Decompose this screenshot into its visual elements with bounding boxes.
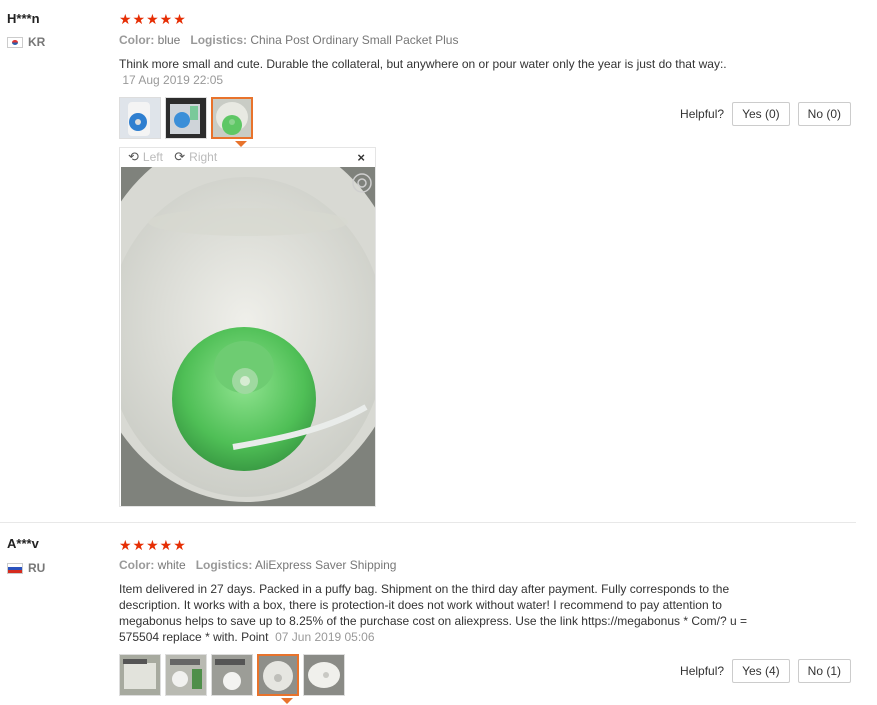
order-info: Color: blue Logistics: China Post Ordina… (119, 33, 458, 47)
color-value: blue (157, 33, 181, 47)
reviewer-name: A***v (7, 536, 39, 551)
photo-thumbnail[interactable] (165, 654, 207, 696)
photo-thumbnail[interactable] (119, 654, 161, 696)
color-value: white (157, 558, 186, 572)
helpful-yes-button[interactable]: Yes (0) (732, 102, 790, 126)
photo-thumbnail[interactable] (165, 97, 207, 139)
review-text: Think more small and cute. Durable the c… (119, 56, 769, 88)
photo-thumbnail[interactable] (211, 654, 253, 696)
review-date: 17 Aug 2019 22:05 (122, 73, 224, 87)
photo-thumbnail[interactable] (119, 97, 161, 139)
review-text: Item delivered in 27 days. Packed in a p… (119, 581, 769, 645)
photo-thumbnails (119, 97, 253, 139)
color-label: Color: (119, 558, 155, 572)
close-icon[interactable]: × (357, 150, 365, 165)
country-code: RU (28, 561, 46, 575)
logistics-value: China Post Ordinary Small Packet Plus (250, 33, 459, 47)
star-rating: ★★★★★ (119, 11, 187, 27)
review-body: Think more small and cute. Durable the c… (119, 57, 727, 71)
review-date: 07 Jun 2019 05:06 (275, 630, 375, 644)
country-code: KR (28, 35, 46, 49)
review-photo-large (121, 167, 375, 506)
photo-viewer: ⟲ Left ⟳ Right × (119, 147, 376, 507)
rotate-left-button[interactable]: Left (143, 150, 163, 164)
logistics-label: Logistics: (190, 33, 248, 47)
ru-flag-icon (7, 562, 23, 574)
helpful-section: Helpful? Yes (0) No (0) (680, 102, 851, 126)
photo-thumbnails (119, 654, 345, 696)
selected-caret (281, 698, 293, 704)
rotate-left-icon[interactable]: ⟲ (128, 149, 139, 165)
helpful-no-button[interactable]: No (0) (797, 102, 851, 126)
review-1: H***n KR ★★★★★ Color: blue Logistics: Ch… (0, 0, 877, 523)
reviewer-name: H***n (7, 11, 40, 26)
color-label: Color: (119, 33, 155, 47)
photo-thumbnail-selected[interactable] (257, 654, 299, 696)
reviewer-country: KR (7, 35, 45, 49)
helpful-no-button[interactable]: No (1) (797, 659, 851, 683)
review-body: Item delivered in 27 days. Packed in a p… (119, 582, 748, 644)
reviewer-country: RU (7, 561, 45, 575)
logistics-value: AliExpress Saver Shipping (255, 558, 397, 572)
viewer-toolbar: ⟲ Left ⟳ Right × (120, 148, 375, 166)
photo-thumbnail-selected[interactable] (211, 97, 253, 139)
helpful-label: Helpful? (680, 107, 725, 121)
review-2: A***v RU ★★★★★ Color: white Logistics: A… (0, 523, 877, 705)
rotate-right-button[interactable]: Right (189, 150, 217, 164)
star-rating: ★★★★★ (119, 537, 187, 553)
kr-flag-icon (7, 36, 23, 48)
helpful-section: Helpful? Yes (4) No (1) (680, 659, 851, 683)
order-info: Color: white Logistics: AliExpress Saver… (119, 558, 396, 572)
logistics-label: Logistics: (195, 558, 253, 572)
rotate-right-icon[interactable]: ⟳ (174, 149, 185, 165)
photo-thumbnail[interactable] (303, 654, 345, 696)
helpful-yes-button[interactable]: Yes (4) (732, 659, 790, 683)
helpful-label: Helpful? (680, 664, 725, 678)
